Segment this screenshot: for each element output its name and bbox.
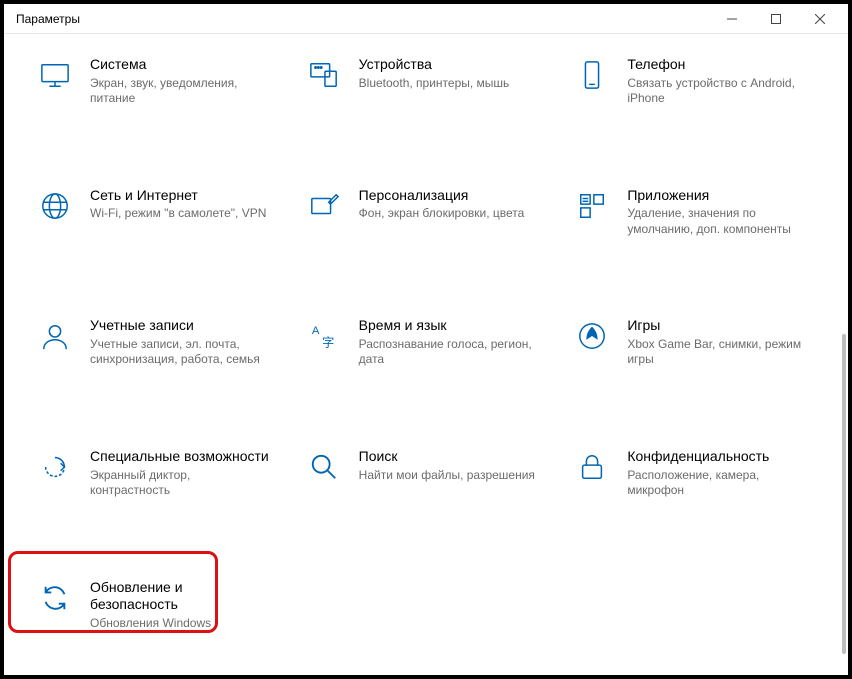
tile-personalization[interactable]: Персонализация Фон, экран блокировки, цв… bbox=[301, 183, 560, 242]
tile-title: Время и язык bbox=[359, 317, 539, 335]
privacy-icon bbox=[575, 450, 609, 484]
tile-title: Персонализация bbox=[359, 187, 525, 205]
network-icon bbox=[38, 189, 72, 223]
tile-privacy[interactable]: Конфиденциальность Расположение, камера,… bbox=[569, 444, 828, 503]
ease-of-access-icon bbox=[38, 450, 72, 484]
time-language-icon: A字 bbox=[307, 319, 341, 353]
tile-accounts[interactable]: Учетные записи Учетные записи, эл. почта… bbox=[32, 313, 291, 372]
tile-desc: Экран, звук, уведомления, питание bbox=[90, 76, 270, 107]
window-title: Параметры bbox=[16, 12, 80, 26]
personalization-icon bbox=[307, 189, 341, 223]
tile-title: Система bbox=[90, 56, 270, 74]
devices-icon bbox=[307, 58, 341, 92]
tile-gaming[interactable]: Игры Xbox Game Bar, снимки, режим игры bbox=[569, 313, 828, 372]
phone-icon bbox=[575, 58, 609, 92]
settings-grid: Система Экран, звук, уведомления, питани… bbox=[32, 52, 828, 635]
system-icon bbox=[38, 58, 72, 92]
accounts-icon bbox=[38, 319, 72, 353]
tile-title: Специальные возможности bbox=[90, 448, 270, 466]
apps-icon bbox=[575, 189, 609, 223]
tile-desc: Удаление, значения по умолчанию, доп. ко… bbox=[627, 206, 807, 237]
tile-title: Конфиденциальность bbox=[627, 448, 807, 466]
titlebar: Параметры bbox=[4, 4, 848, 34]
tile-title: Телефон bbox=[627, 56, 807, 74]
tile-devices[interactable]: Устройства Bluetooth, принтеры, мышь bbox=[301, 52, 560, 111]
tile-system[interactable]: Система Экран, звук, уведомления, питани… bbox=[32, 52, 291, 111]
tile-desc: Экранный диктор, контрастность bbox=[90, 468, 270, 499]
tile-title: Приложения bbox=[627, 187, 807, 205]
tile-time-language[interactable]: A字 Время и язык Распознавание голоса, ре… bbox=[301, 313, 560, 372]
tile-title: Поиск bbox=[359, 448, 535, 466]
svg-text:A: A bbox=[311, 326, 319, 338]
tile-network[interactable]: Сеть и Интернет Wi-Fi, режим "в самолете… bbox=[32, 183, 291, 242]
tile-desc: Найти мои файлы, разрешения bbox=[359, 468, 535, 484]
tile-desc: Учетные записи, эл. почта, синхронизация… bbox=[90, 337, 270, 368]
tile-apps[interactable]: Приложения Удаление, значения по умолчан… bbox=[569, 183, 828, 242]
tile-desc: Xbox Game Bar, снимки, режим игры bbox=[627, 337, 807, 368]
tile-desc: Расположение, камера, микрофон bbox=[627, 468, 807, 499]
tile-title: Устройства bbox=[359, 56, 510, 74]
tile-title: Учетные записи bbox=[90, 317, 270, 335]
tile-desc: Распознавание голоса, регион, дата bbox=[359, 337, 539, 368]
tile-title: Игры bbox=[627, 317, 807, 335]
tile-title: Обновление и безопасность bbox=[90, 579, 270, 614]
minimize-button[interactable] bbox=[710, 5, 754, 33]
gaming-icon bbox=[575, 319, 609, 353]
tile-desc: Связать устройство с Android, iPhone bbox=[627, 76, 807, 107]
tile-desc: Bluetooth, принтеры, мышь bbox=[359, 76, 510, 92]
maximize-button[interactable] bbox=[754, 5, 798, 33]
settings-window: Параметры bbox=[4, 4, 848, 675]
update-icon bbox=[38, 581, 72, 615]
tile-search[interactable]: Поиск Найти мои файлы, разрешения bbox=[301, 444, 560, 503]
search-icon bbox=[307, 450, 341, 484]
tile-desc: Фон, экран блокировки, цвета bbox=[359, 206, 525, 222]
scrollbar[interactable] bbox=[842, 334, 846, 654]
tile-update-security[interactable]: Обновление и безопасность Обновления Win… bbox=[32, 575, 291, 636]
settings-content: Система Экран, звук, уведомления, питани… bbox=[4, 34, 848, 675]
tile-desc: Wi-Fi, режим "в самолете", VPN bbox=[90, 206, 266, 222]
tile-ease-of-access[interactable]: Специальные возможности Экранный диктор,… bbox=[32, 444, 291, 503]
tile-desc: Обновления Windows bbox=[90, 616, 270, 632]
tile-phone[interactable]: Телефон Связать устройство с Android, iP… bbox=[569, 52, 828, 111]
tile-title: Сеть и Интернет bbox=[90, 187, 266, 205]
close-button[interactable] bbox=[798, 5, 842, 33]
window-controls bbox=[710, 5, 842, 33]
svg-text:字: 字 bbox=[322, 335, 334, 350]
